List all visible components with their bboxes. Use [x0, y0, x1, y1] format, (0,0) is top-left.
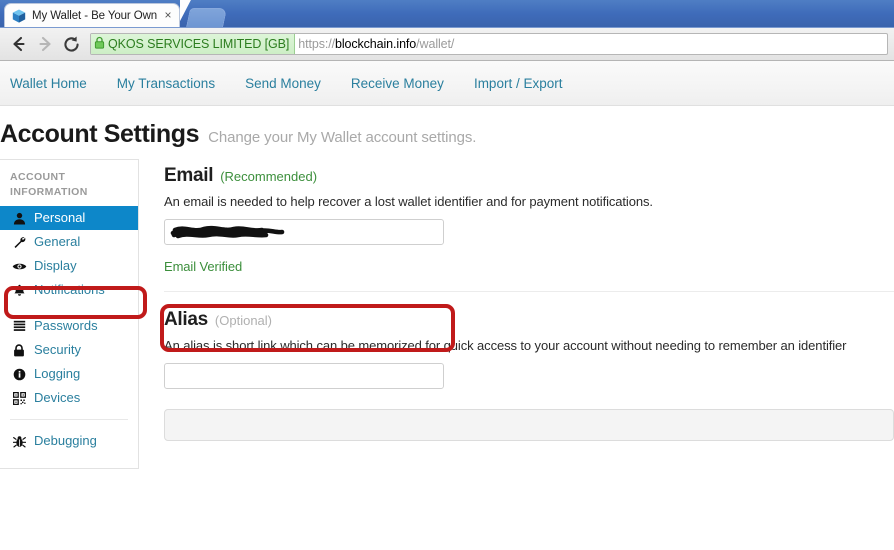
address-bar[interactable]: QKOS SERVICES LIMITED [GB] https://block…	[90, 33, 888, 55]
bug-icon	[11, 435, 27, 448]
ev-certificate-text: QKOS SERVICES LIMITED [GB]	[108, 37, 290, 51]
sidebar-item-display[interactable]: Display	[0, 254, 138, 278]
email-input[interactable]	[164, 219, 444, 245]
alias-preview-panel	[164, 409, 894, 441]
sidebar-item-label: Display	[34, 258, 77, 273]
alias-input[interactable]	[164, 363, 444, 389]
email-verified-status: Email Verified	[164, 259, 243, 274]
back-arrow-icon	[13, 36, 25, 52]
forward-button[interactable]	[32, 31, 58, 57]
email-section-title: Email	[164, 165, 214, 186]
nav-item-send-money[interactable]: Send Money	[245, 76, 321, 91]
url-path: /wallet/	[416, 37, 455, 51]
alias-section-header: Alias (Optional)	[164, 309, 894, 331]
page-subtitle: Change your My Wallet account settings.	[208, 129, 477, 146]
browser-tab-strip: My Wallet - Be Your Own Bar ×	[0, 0, 894, 28]
settings-sidebar: ACCOUNT INFORMATION Personal General Dis…	[0, 159, 139, 469]
wallet-cube-favicon	[11, 8, 27, 24]
sidebar-item-label: Notifications	[34, 282, 105, 297]
alias-optional-tag: (Optional)	[214, 313, 272, 328]
nav-item-my-transactions[interactable]: My Transactions	[117, 76, 215, 91]
page-content: Wallet Home My Transactions Send Money R…	[0, 61, 894, 550]
user-icon	[11, 212, 27, 225]
browser-tab[interactable]: My Wallet - Be Your Own Bar ×	[4, 3, 180, 27]
reload-button[interactable]	[58, 31, 84, 57]
reload-icon	[63, 36, 79, 52]
sidebar-item-label: Passwords	[34, 318, 98, 333]
sidebar-list: Personal General Display Notifications P…	[0, 206, 138, 453]
sidebar-item-label: Security	[34, 342, 81, 357]
sidebar-item-label: Debugging	[34, 433, 97, 448]
eye-icon	[11, 260, 27, 273]
sidebar-item-passwords[interactable]: Passwords	[0, 314, 138, 338]
lock-icon	[11, 343, 27, 357]
url-host: blockchain.info	[334, 37, 417, 51]
email-section-header: Email (Recommended)	[164, 165, 894, 187]
section-divider	[164, 291, 894, 292]
back-button[interactable]	[6, 31, 32, 57]
site-navigation: Wallet Home My Transactions Send Money R…	[0, 61, 894, 106]
alias-section-title: Alias	[164, 309, 208, 330]
alias-section-description: An alias is short link which can be memo…	[164, 338, 847, 353]
browser-tab-title: My Wallet - Be Your Own Bar	[32, 9, 161, 22]
sidebar-item-logging[interactable]: Logging	[0, 362, 138, 386]
nav-item-receive-money[interactable]: Receive Money	[351, 76, 444, 91]
wrench-icon	[11, 236, 27, 249]
nav-item-wallet-home[interactable]: Wallet Home	[10, 76, 87, 91]
alias-section: Alias (Optional) An alias is short link …	[164, 309, 894, 441]
sidebar-heading: ACCOUNT INFORMATION	[10, 171, 88, 198]
new-tab-button[interactable]	[185, 8, 228, 27]
sidebar-item-notifications[interactable]: Notifications	[0, 278, 138, 302]
sidebar-item-debugging[interactable]: Debugging	[0, 429, 138, 453]
sidebar-item-label: General	[34, 234, 81, 249]
sidebar-divider	[10, 419, 128, 420]
forward-arrow-icon	[39, 36, 51, 52]
close-icon[interactable]: ×	[161, 8, 175, 23]
email-section-description: An email is needed to help recover a los…	[164, 194, 653, 209]
sidebar-item-label: Logging	[34, 366, 81, 381]
sidebar-item-general[interactable]: General	[0, 230, 138, 254]
sidebar-item-personal[interactable]: Personal	[0, 206, 138, 230]
sidebar-item-label: Personal	[34, 210, 86, 225]
browser-toolbar: QKOS SERVICES LIMITED [GB] https://block…	[0, 28, 894, 61]
email-recommended-tag: (Recommended)	[220, 169, 318, 184]
ev-certificate-badge[interactable]: QKOS SERVICES LIMITED [GB]	[91, 34, 296, 54]
sidebar-item-devices[interactable]: Devices	[0, 386, 138, 410]
sidebar-item-label: Devices	[34, 390, 81, 405]
info-circle-icon	[11, 368, 27, 381]
page-title: Account Settings	[0, 120, 200, 148]
settings-main-panel: Email (Recommended) An email is needed t…	[139, 159, 894, 441]
page-header: Account Settings Change your My Wallet a…	[0, 106, 894, 159]
page-body: ACCOUNT INFORMATION Personal General Dis…	[0, 159, 894, 469]
sidebar-item-security[interactable]: Security	[0, 338, 138, 362]
bell-icon	[11, 284, 27, 297]
email-section: Email (Recommended) An email is needed t…	[164, 165, 894, 274]
nav-item-import-export[interactable]: Import / Export	[474, 76, 563, 91]
url-scheme: https://	[298, 37, 335, 51]
list-lines-icon	[11, 320, 27, 332]
lock-icon	[94, 36, 105, 52]
email-field-wrapper	[164, 219, 444, 245]
url-text: https://blockchain.info/wallet/	[295, 37, 454, 51]
qrcode-icon	[11, 391, 27, 405]
